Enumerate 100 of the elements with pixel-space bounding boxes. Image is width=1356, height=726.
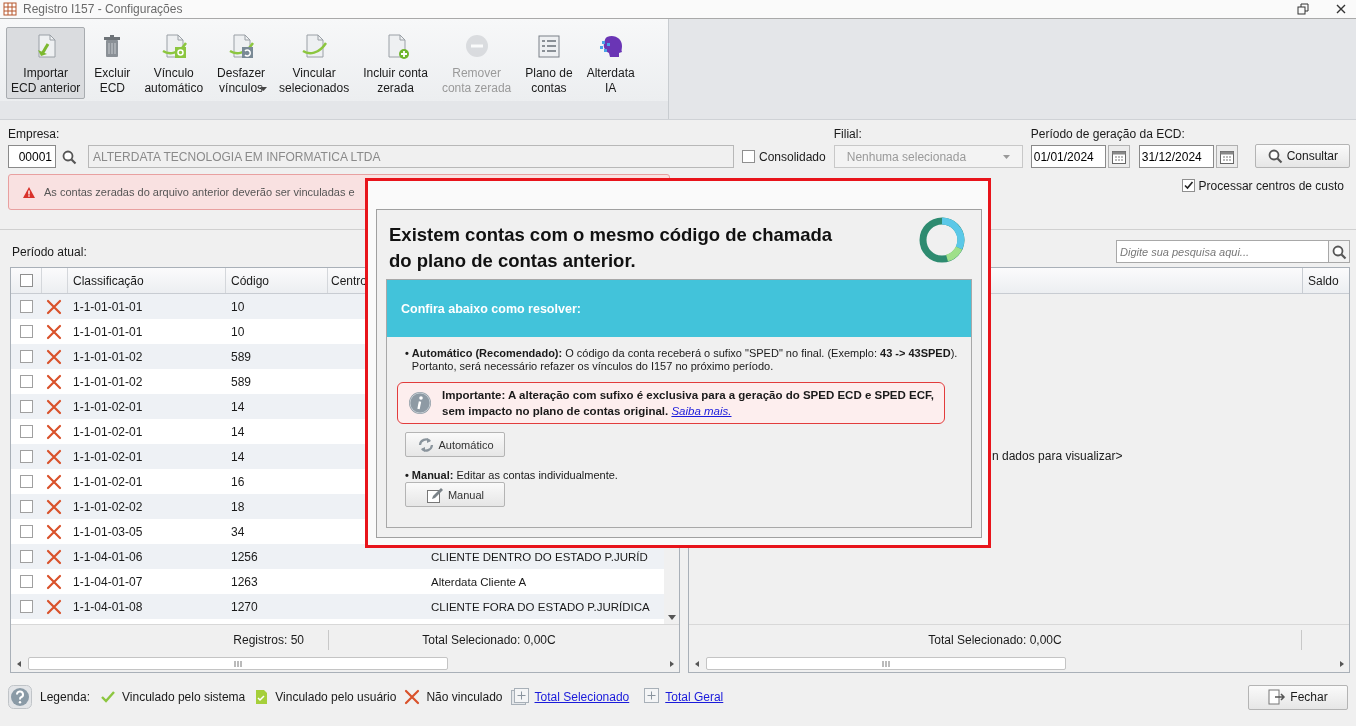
checkbox[interactable]: [1181, 179, 1195, 192]
table-cell-text: 14: [230, 423, 246, 441]
calendar-button[interactable]: [1215, 145, 1238, 168]
search-button[interactable]: [1328, 240, 1350, 263]
empty-message: n dados para visualizar>: [992, 449, 1123, 463]
table-cell-text: 1-1-01-02-01: [72, 448, 144, 466]
table-cell-text: 10: [230, 323, 246, 341]
field-label: Empresa:: [8, 127, 61, 141]
row-checkbox[interactable]: [20, 300, 33, 313]
scroll-thumb[interactable]: [28, 657, 448, 670]
toolbar-button[interactable]: Plano de contas: [520, 27, 578, 99]
legend-item: Não vinculado: [426, 690, 503, 704]
grip-icon: [882, 660, 890, 667]
table-cell-text: 16: [230, 473, 246, 491]
table-cell-text: 1-1-04-01-08: [72, 598, 144, 616]
x-icon: [46, 523, 62, 540]
column-header[interactable]: Código: [226, 268, 328, 293]
check-icon: [100, 689, 117, 705]
row-checkbox[interactable]: [20, 575, 33, 588]
exit-icon: [1268, 689, 1287, 705]
table-cell-text: 14: [230, 398, 246, 416]
row-checkbox[interactable]: [20, 350, 33, 363]
x-icon: [46, 598, 62, 615]
x-icon: [46, 373, 62, 390]
scroll-right-icon[interactable]: [667, 659, 675, 668]
scroll-left-icon[interactable]: [694, 659, 702, 668]
bullet-mark: •: [405, 469, 409, 482]
checkbox[interactable]: [742, 150, 755, 163]
table-cell-text: 1256: [230, 548, 259, 566]
section-label: Período atual:: [12, 244, 87, 259]
option-button[interactable]: Automático: [405, 432, 505, 457]
table-cell-text: 1-1-01-01-02: [72, 373, 144, 391]
row-checkbox[interactable]: [20, 325, 33, 338]
consultar-button[interactable]: Consultar: [1254, 144, 1350, 168]
toolbar-button[interactable]: Desfazer vínculos: [212, 27, 271, 99]
toolbar-button[interactable]: Excluir ECD: [89, 27, 136, 99]
legend-label: Legenda:: [40, 690, 91, 704]
scroll-right-icon[interactable]: [1337, 659, 1345, 668]
x-icon: [46, 548, 62, 565]
option-text: Automático (Recomendado): O código da conta receberá o sufixo "SPED" no final. (Exemplo: 43 -> 43SPED). Portanto, será necessário refazer os vínculos do I157 no próximo período.: [411, 347, 959, 373]
row-checkbox[interactable]: [20, 400, 33, 413]
close-icon[interactable]: [1334, 2, 1348, 16]
window-title: Registro I157 - Configurações: [23, 2, 183, 16]
caret-icon: [1002, 154, 1010, 159]
search-field[interactable]: Digite sua pesquisa aqui...: [1116, 240, 1328, 263]
help-icon[interactable]: [8, 685, 32, 709]
total-label: Total Selecionado: 0,00C: [928, 633, 1062, 647]
warning-icon: [23, 186, 35, 198]
saiba-mais-link[interactable]: Saiba mais.: [671, 405, 732, 417]
stacked-plus-icon[interactable]: [510, 688, 529, 706]
toolbar-button[interactable]: Vincular selecionados: [274, 27, 355, 99]
company-code-field[interactable]: 00001: [8, 145, 56, 168]
row-checkbox[interactable]: [20, 550, 33, 563]
scroll-down-icon[interactable]: [667, 613, 676, 621]
row-checkbox[interactable]: [20, 375, 33, 388]
column-header[interactable]: Classificação: [68, 268, 226, 293]
calendar-button[interactable]: [1107, 145, 1130, 168]
restore-icon[interactable]: [1296, 2, 1310, 16]
row-checkbox[interactable]: [20, 500, 33, 513]
legend-link[interactable]: Total Selecionado: [534, 690, 630, 704]
search-icon: [1266, 148, 1283, 164]
table-cell-text: CLIENTE FORA DO ESTADO P.JURÍDICA: [430, 599, 651, 615]
date-field[interactable]: 31/12/2024: [1138, 145, 1214, 168]
select-all-checkbox[interactable]: [19, 274, 33, 287]
records-count: Registros: 50: [233, 633, 304, 647]
toolbar-button[interactable]: Vínculo automático: [139, 27, 209, 99]
row-checkbox[interactable]: [20, 525, 33, 538]
toolbar-button[interactable]: Alterdata IA: [581, 27, 640, 99]
table-cell-text: 1263: [230, 573, 259, 591]
column-header[interactable]: Saldo: [1303, 268, 1349, 293]
date-field[interactable]: 01/01/2024: [1030, 145, 1106, 168]
x-icon: [46, 473, 62, 490]
row-checkbox[interactable]: [20, 600, 33, 613]
toolbar-button[interactable]: Incluir conta zerada: [358, 27, 433, 99]
scroll-thumb[interactable]: [706, 657, 1066, 670]
plus-box-icon[interactable]: [641, 688, 660, 706]
table-cell-text: 1-1-01-02-01: [72, 398, 144, 416]
table-cell-text: 1-1-01-02-02: [72, 498, 144, 516]
table-cell-text: 10: [230, 298, 246, 316]
document-undo-icon: [227, 32, 256, 60]
note-text: Importante: A alteração com sufixo é exclusiva para a geração do SPED ECD e SPED ECF, sem impacto no plano de contas original. Saiba mais.: [442, 388, 935, 419]
table-cell-text: CLIENTE DENTRO DO ESTADO P.JURÍD: [430, 549, 649, 565]
x-icon: [46, 448, 62, 465]
edit-icon: [425, 485, 444, 504]
legend-link[interactable]: Total Geral: [665, 690, 724, 704]
row-checkbox[interactable]: [20, 475, 33, 488]
x-icon: [46, 323, 62, 340]
document-check-icon: [253, 689, 270, 705]
table-cell-text: 1-1-01-02-01: [72, 473, 144, 491]
close-button[interactable]: Fechar: [1248, 684, 1348, 710]
banner-text: Confira abaixo como resolver:: [401, 301, 581, 316]
toolbar-button[interactable]: Importar ECD anterior: [6, 27, 86, 99]
scroll-left-icon[interactable]: [16, 659, 24, 668]
table-cell-text: 1270: [230, 598, 259, 616]
field-label: Filial:: [833, 127, 863, 141]
row-checkbox[interactable]: [20, 450, 33, 463]
option-button[interactable]: Manual: [405, 482, 505, 507]
table-cell-text: 589: [230, 373, 253, 391]
row-checkbox[interactable]: [20, 425, 33, 438]
table-cell-text: 18: [230, 498, 246, 516]
